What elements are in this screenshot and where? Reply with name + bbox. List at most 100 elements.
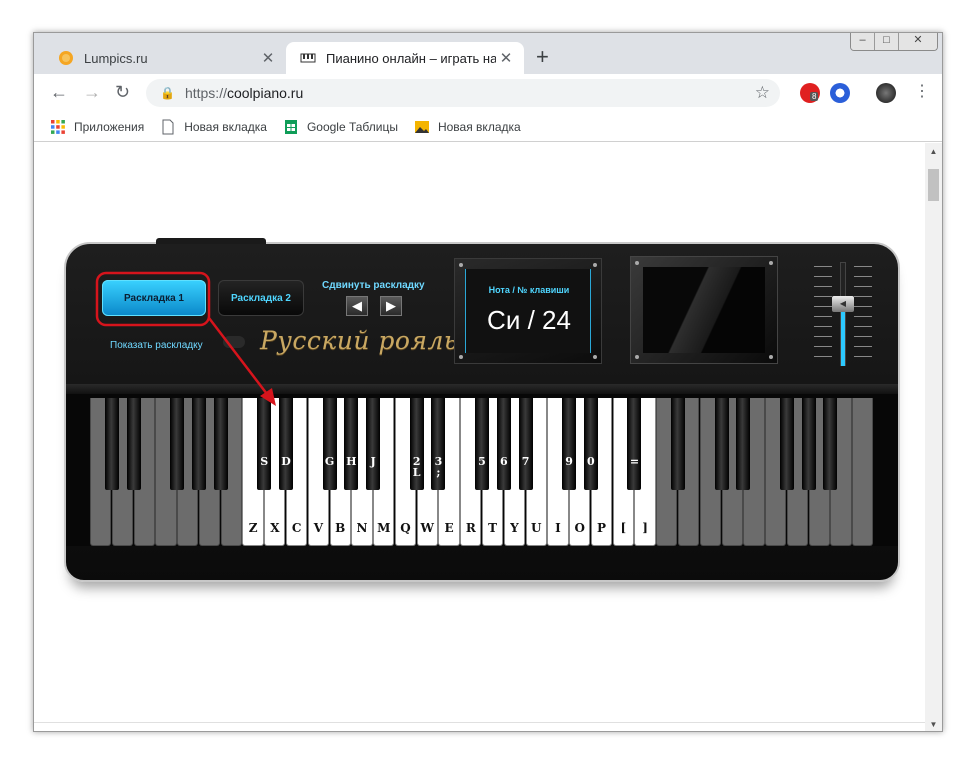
- black-key-label: 0: [587, 455, 595, 468]
- shift-right-button[interactable]: ▶: [380, 296, 402, 316]
- tab-close-icon[interactable]: ✕: [258, 49, 278, 67]
- black-key[interactable]: D: [279, 398, 293, 490]
- volume-tick: [854, 276, 872, 277]
- black-key[interactable]: G: [322, 398, 337, 490]
- toolbar: ← → ↻ 🔒 https:// coolpiano.ru ☆ 8 ⋮: [34, 74, 942, 112]
- black-key[interactable]: [104, 398, 119, 490]
- new-tab-button[interactable]: +: [536, 46, 549, 68]
- page-icon: [162, 119, 174, 134]
- forward-icon[interactable]: →: [83, 82, 101, 102]
- note-display: Нота / № клавиши Си / 24: [454, 258, 602, 364]
- black-key[interactable]: [801, 398, 816, 490]
- close-window-button[interactable]: ✕: [899, 33, 937, 50]
- address-bar[interactable]: 🔒 https:// coolpiano.ru ☆: [146, 79, 780, 107]
- black-key-label: H: [346, 455, 357, 468]
- black-key[interactable]: [779, 398, 794, 490]
- white-key[interactable]: [852, 398, 874, 546]
- black-key-label: 6: [499, 455, 508, 468]
- maximize-button[interactable]: □: [875, 33, 899, 50]
- bookmark-apps[interactable]: Приложения: [50, 119, 144, 135]
- black-key[interactable]: [671, 398, 685, 490]
- brand-logo: Русский рояль: [260, 326, 459, 355]
- volume-tick: [854, 296, 872, 297]
- black-key[interactable]: 5: [475, 398, 489, 490]
- black-key-label: S: [260, 455, 269, 468]
- white-key-label: T: [488, 521, 498, 535]
- black-key[interactable]: 6: [496, 398, 511, 490]
- volume-tick: [814, 266, 832, 267]
- scroll-down-icon[interactable]: ▼: [925, 720, 942, 729]
- shift-left-button[interactable]: ◀: [346, 296, 368, 316]
- url-host: coolpiano.ru: [226, 85, 304, 101]
- globe-extension-icon[interactable]: [830, 83, 850, 103]
- note-display-value: Си / 24: [487, 305, 571, 335]
- tab-lumpics[interactable]: Lumpics.ru ✕: [44, 42, 286, 74]
- bookmark-new-tab[interactable]: Новая вкладка: [160, 119, 267, 135]
- page-content: Раскладка 1 Раскладка 2 Показать расклад…: [34, 143, 942, 731]
- white-key-label: B: [335, 521, 346, 535]
- shift-layout-label: Сдвинуть раскладку: [322, 280, 425, 291]
- black-key[interactable]: 9: [562, 398, 577, 490]
- black-key[interactable]: [170, 398, 185, 490]
- menu-icon[interactable]: ⋮: [914, 82, 930, 102]
- volume-tick: [814, 306, 832, 307]
- black-key-label: 3 ;: [434, 455, 443, 479]
- key-cover-strip: [66, 384, 898, 394]
- bookmark-google-sheets[interactable]: Google Таблицы: [283, 119, 398, 135]
- black-key[interactable]: [213, 398, 228, 490]
- bookmark-label: Новая вкладка: [184, 119, 267, 134]
- volume-tick: [814, 296, 832, 297]
- black-key-label: 7: [521, 455, 530, 468]
- black-key[interactable]: [126, 398, 141, 490]
- scroll-up-icon[interactable]: ▲: [925, 147, 942, 156]
- tab-close-icon[interactable]: ✕: [496, 49, 516, 67]
- tab-coolpiano[interactable]: Пианино онлайн – играть на кл... ✕: [286, 42, 524, 74]
- black-key[interactable]: 2 L: [409, 398, 424, 490]
- black-key[interactable]: H: [344, 398, 359, 490]
- black-key[interactable]: [714, 398, 729, 490]
- minimize-button[interactable]: –: [851, 33, 875, 50]
- volume-tick: [814, 326, 832, 327]
- black-key[interactable]: [736, 398, 751, 490]
- piano-top-strip: [156, 238, 266, 244]
- reload-icon[interactable]: ↻: [115, 82, 130, 102]
- white-key-label: R: [465, 521, 476, 535]
- black-key[interactable]: =: [627, 398, 642, 490]
- vertical-scrollbar[interactable]: ▲ ▼: [925, 143, 942, 731]
- volume-tick: [814, 286, 832, 287]
- volume-slider[interactable]: ◀: [812, 258, 872, 370]
- layout-2-button[interactable]: Раскладка 2: [218, 280, 304, 316]
- white-key-label: I: [555, 521, 561, 535]
- avatar[interactable]: [876, 83, 896, 103]
- bookmark-new-tab-2[interactable]: Новая вкладка: [414, 119, 521, 135]
- volume-tick: [854, 316, 872, 317]
- white-key-label: X: [270, 521, 280, 535]
- back-icon[interactable]: ←: [50, 82, 68, 102]
- volume-speaker-icon[interactable]: ◀: [832, 295, 854, 312]
- black-key[interactable]: [191, 398, 206, 490]
- volume-tick: [854, 326, 872, 327]
- black-key[interactable]: 0: [583, 398, 598, 490]
- white-key-label: U: [530, 521, 542, 535]
- bookmark-star-icon[interactable]: ☆: [755, 83, 770, 103]
- volume-tick: [854, 346, 872, 347]
- black-key[interactable]: S: [257, 398, 272, 490]
- black-key-label: 9: [565, 455, 573, 468]
- show-layout-label: Показать раскладку: [110, 340, 203, 351]
- layout-1-button[interactable]: Раскладка 1: [102, 280, 206, 316]
- orange-favicon-icon: [59, 51, 73, 65]
- white-key-label: Q: [400, 521, 411, 535]
- opera-extension-icon[interactable]: 8: [800, 83, 820, 103]
- white-key-label: O: [574, 521, 585, 535]
- black-key[interactable]: 3 ;: [431, 398, 446, 490]
- bottom-divider: [34, 722, 925, 723]
- show-layout-toggle[interactable]: [223, 336, 245, 348]
- black-key[interactable]: 7: [518, 398, 533, 490]
- white-key-label: ]: [642, 521, 648, 535]
- white-key-label: V: [313, 521, 324, 535]
- black-key[interactable]: [823, 398, 838, 490]
- black-key-label: =: [629, 455, 640, 468]
- black-key[interactable]: J: [366, 398, 381, 490]
- scroll-thumb[interactable]: [928, 169, 939, 201]
- volume-tick: [814, 316, 832, 317]
